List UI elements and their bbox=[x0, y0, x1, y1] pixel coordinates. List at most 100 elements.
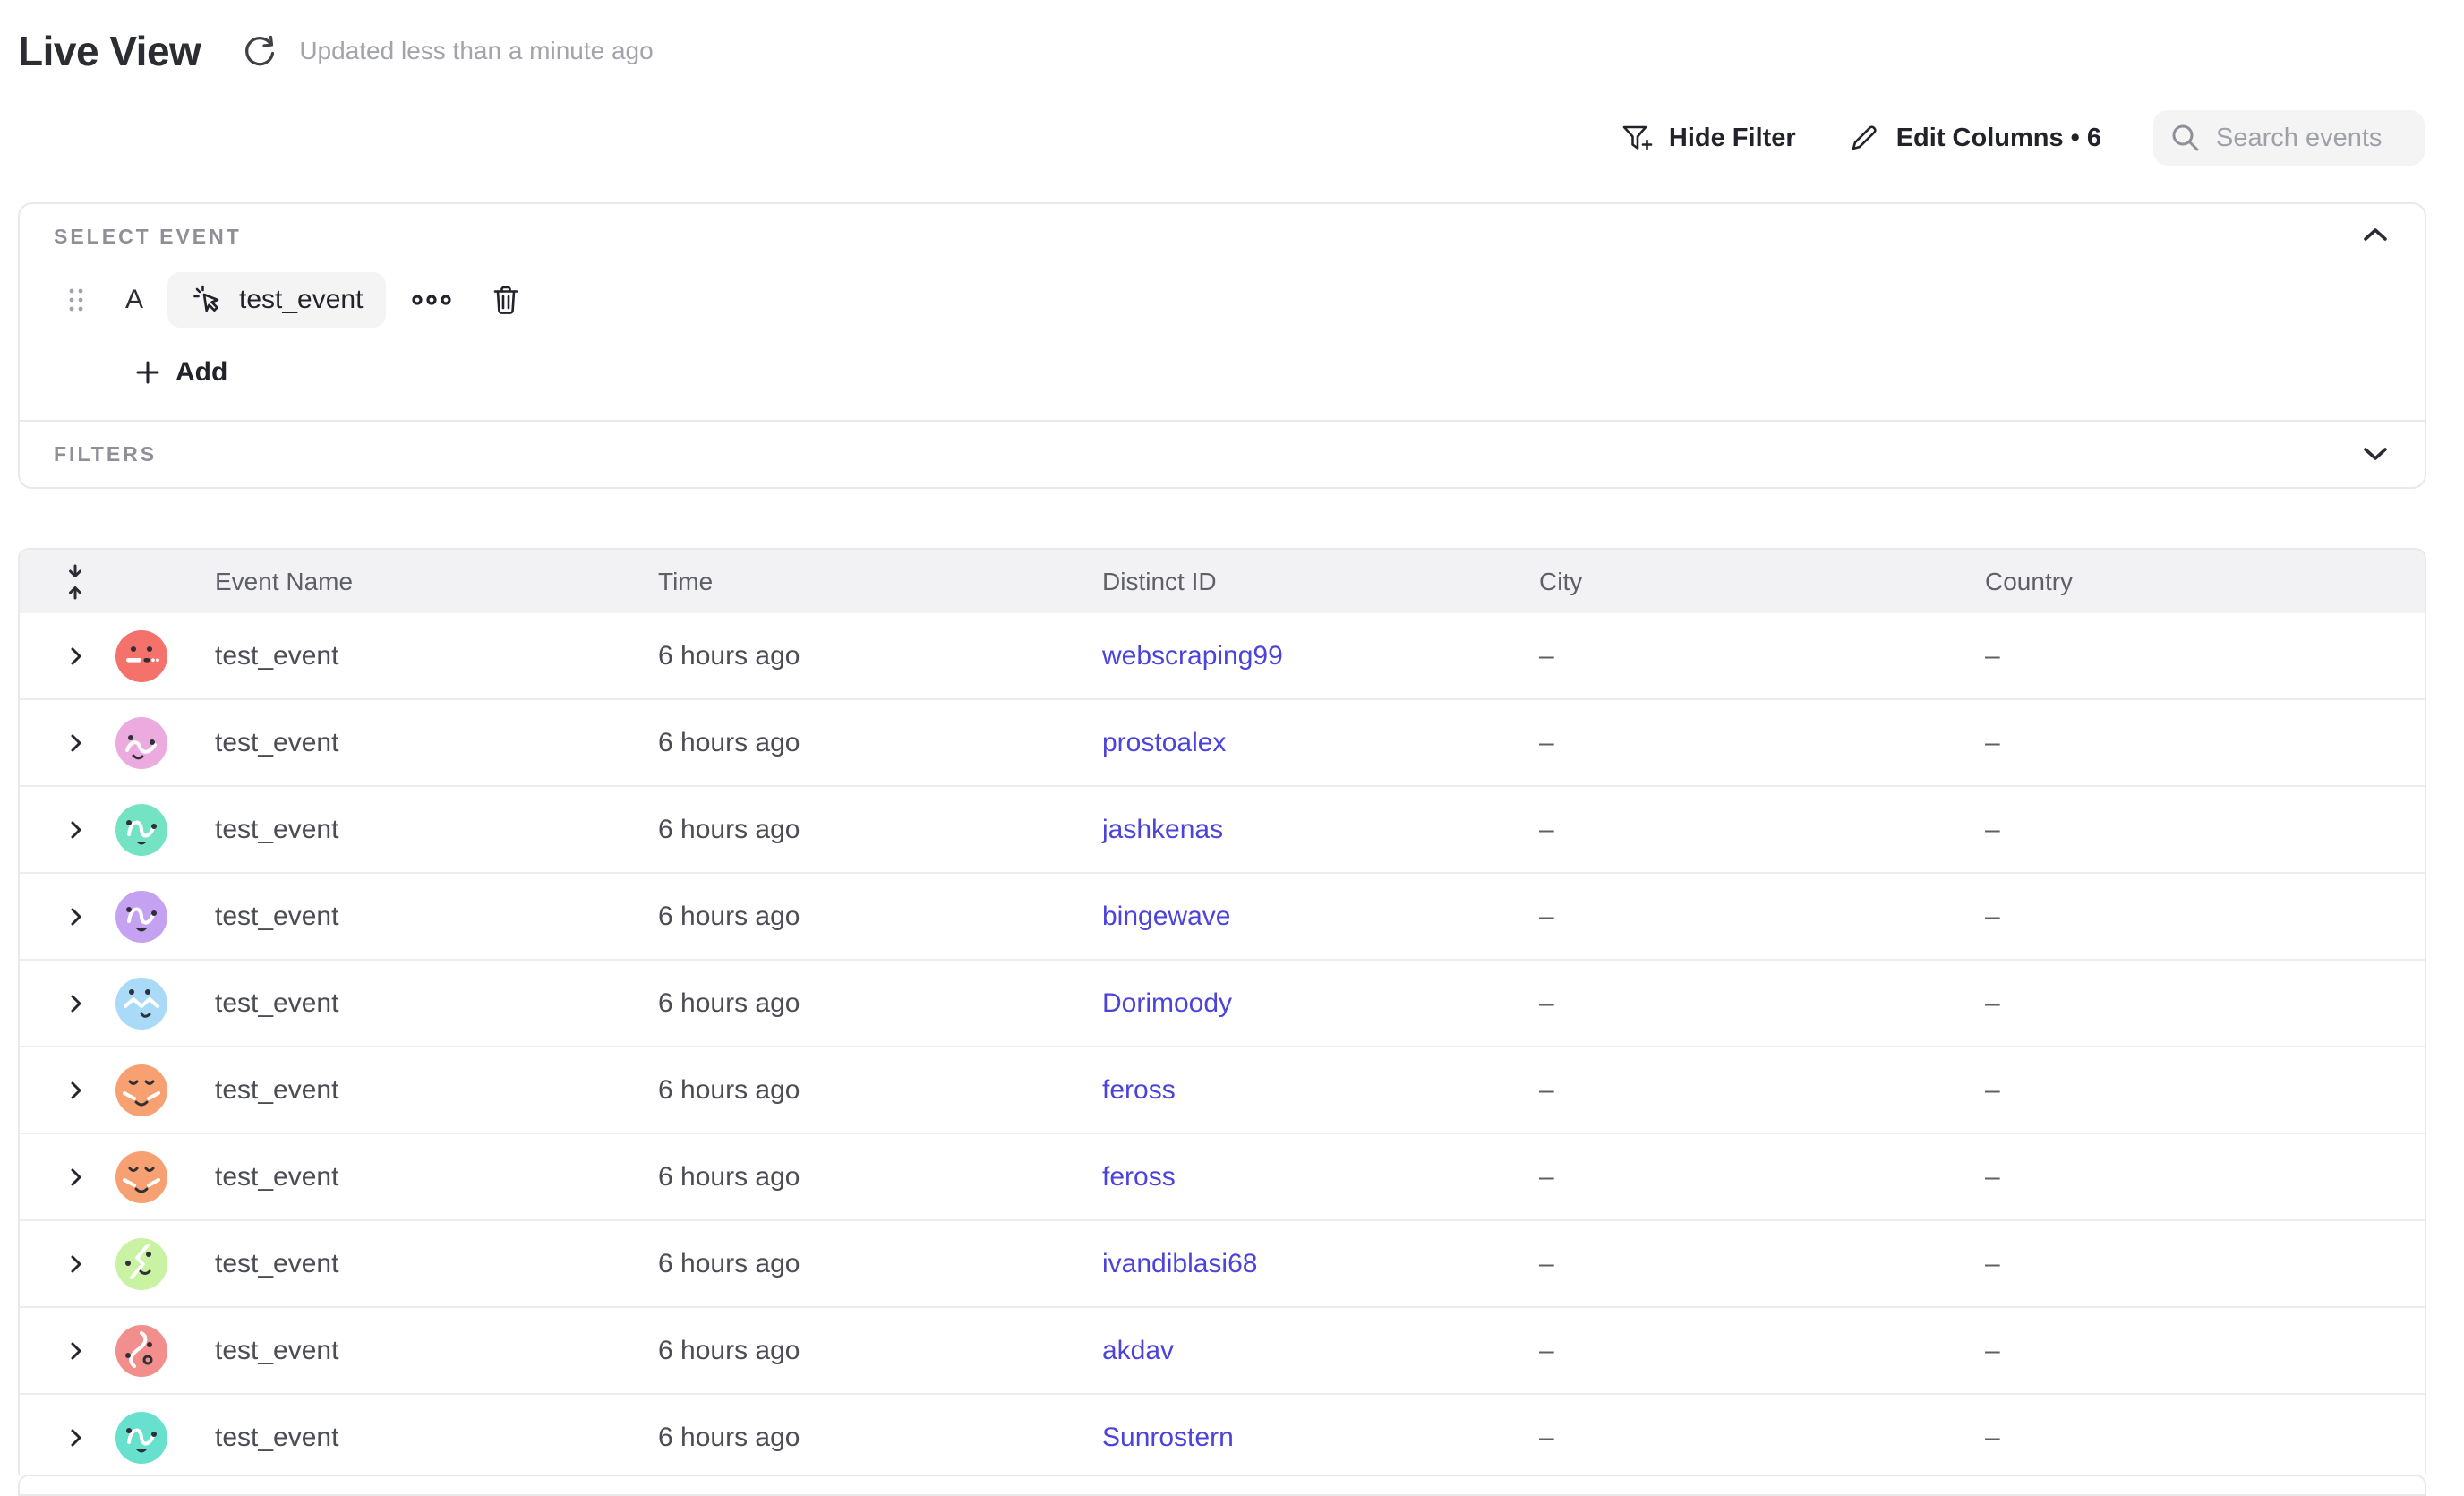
page-header: Live View Updated less than a minute ago bbox=[18, 25, 654, 77]
table-row[interactable]: test_event 6 hours ago feross – – bbox=[20, 1133, 2425, 1219]
row-expand-icon bbox=[66, 645, 86, 667]
row-expand-button[interactable] bbox=[66, 732, 86, 754]
event-row: A test_event bbox=[54, 272, 2391, 328]
row-city: – bbox=[1539, 728, 1554, 758]
table-header: Event Name Time Distinct ID City Country bbox=[20, 550, 2425, 613]
page-title: Live View bbox=[18, 25, 201, 77]
row-event-name: test_event bbox=[215, 988, 338, 1019]
row-distinct-id-link[interactable]: Sunrostern bbox=[1102, 1423, 1234, 1453]
row-expand-icon bbox=[66, 906, 86, 928]
row-distinct-id-link[interactable]: akdav bbox=[1102, 1336, 1174, 1366]
table-row[interactable]: test_event 6 hours ago prostoalex – – bbox=[20, 698, 2425, 785]
table-row[interactable]: test_event 6 hours ago feross – – bbox=[20, 1046, 2425, 1133]
collapse-rows-button[interactable] bbox=[62, 561, 89, 603]
avatar bbox=[116, 1151, 167, 1203]
row-expand-button[interactable] bbox=[66, 1253, 86, 1275]
row-event-name: test_event bbox=[215, 1336, 338, 1366]
row-event-name: test_event bbox=[215, 1249, 338, 1279]
avatar bbox=[116, 1238, 167, 1290]
table-row[interactable]: test_event 6 hours ago bingewave – – bbox=[20, 872, 2425, 959]
row-expand-button[interactable] bbox=[66, 1427, 86, 1449]
row-city: – bbox=[1539, 1075, 1554, 1106]
column-header-city: City bbox=[1539, 568, 1582, 596]
table-row[interactable]: test_event 6 hours ago webscraping99 – – bbox=[20, 613, 2425, 698]
row-expand-button[interactable] bbox=[66, 645, 86, 667]
chevron-down-icon bbox=[2362, 445, 2389, 463]
row-country: – bbox=[1985, 1162, 2000, 1193]
avatar bbox=[116, 1325, 167, 1377]
column-header-time: Time bbox=[658, 568, 713, 596]
row-expand-icon bbox=[66, 732, 86, 754]
add-event-button[interactable]: Add bbox=[134, 357, 227, 388]
next-events-chunk-partial bbox=[18, 1475, 2426, 1496]
table-row[interactable]: test_event 6 hours ago jashkenas – – bbox=[20, 785, 2425, 872]
row-expand-button[interactable] bbox=[66, 1340, 86, 1362]
row-expand-icon bbox=[66, 1340, 86, 1362]
row-time: 6 hours ago bbox=[658, 728, 800, 758]
add-event-label: Add bbox=[175, 357, 227, 388]
event-letter: A bbox=[121, 285, 148, 315]
row-city: – bbox=[1539, 815, 1554, 845]
row-distinct-id-link[interactable]: bingewave bbox=[1102, 902, 1230, 932]
filters-section[interactable]: FILTERS bbox=[20, 420, 2425, 485]
row-expand-button[interactable] bbox=[66, 1167, 86, 1188]
row-time: 6 hours ago bbox=[658, 988, 800, 1019]
row-time: 6 hours ago bbox=[658, 815, 800, 845]
avatar bbox=[116, 1064, 167, 1116]
row-city: – bbox=[1539, 902, 1554, 932]
row-expand-button[interactable] bbox=[66, 906, 86, 928]
table-body: test_event 6 hours ago webscraping99 – –… bbox=[20, 613, 2425, 1480]
row-city: – bbox=[1539, 988, 1554, 1019]
dots-menu-icon bbox=[411, 292, 452, 308]
toolbar: Hide Filter Edit Columns • 6 bbox=[1621, 109, 2425, 167]
delete-event-button[interactable] bbox=[492, 284, 520, 316]
row-time: 6 hours ago bbox=[658, 1162, 800, 1193]
updated-status: Updated less than a minute ago bbox=[299, 37, 653, 65]
table-row[interactable]: test_event 6 hours ago akdav – – bbox=[20, 1306, 2425, 1393]
avatar bbox=[116, 978, 167, 1030]
row-expand-icon bbox=[66, 819, 86, 841]
search-input[interactable] bbox=[2214, 123, 2408, 154]
drag-handle[interactable] bbox=[67, 286, 85, 314]
search-box bbox=[2153, 110, 2425, 166]
row-country: – bbox=[1985, 728, 2000, 758]
row-country: – bbox=[1985, 641, 2000, 671]
row-country: – bbox=[1985, 1336, 2000, 1366]
row-event-name: test_event bbox=[215, 1423, 338, 1453]
row-time: 6 hours ago bbox=[658, 1423, 800, 1453]
row-expand-button[interactable] bbox=[66, 993, 86, 1014]
row-distinct-id-link[interactable]: feross bbox=[1102, 1075, 1176, 1106]
collapse-select-event-button[interactable] bbox=[2362, 226, 2389, 246]
hide-filter-button[interactable]: Hide Filter bbox=[1621, 122, 1796, 154]
row-country: – bbox=[1985, 1075, 2000, 1106]
row-city: – bbox=[1539, 1423, 1554, 1453]
row-expand-button[interactable] bbox=[66, 1080, 86, 1101]
search-icon bbox=[2169, 122, 2202, 154]
row-distinct-id-link[interactable]: prostoalex bbox=[1102, 728, 1226, 758]
row-city: – bbox=[1539, 641, 1554, 671]
row-time: 6 hours ago bbox=[658, 641, 800, 671]
event-options-button[interactable] bbox=[411, 292, 452, 308]
query-builder-panel: SELECT EVENT A bbox=[18, 202, 2426, 489]
row-event-name: test_event bbox=[215, 1162, 338, 1193]
row-distinct-id-link[interactable]: jashkenas bbox=[1102, 815, 1223, 845]
row-expand-button[interactable] bbox=[66, 819, 86, 841]
table-row[interactable]: test_event 6 hours ago ivandiblasi68 – – bbox=[20, 1219, 2425, 1306]
row-event-name: test_event bbox=[215, 815, 338, 845]
table-row[interactable]: test_event 6 hours ago Sunrostern – – bbox=[20, 1393, 2425, 1480]
event-select-chip[interactable]: test_event bbox=[167, 272, 386, 328]
avatar bbox=[116, 804, 167, 856]
row-expand-icon bbox=[66, 1080, 86, 1101]
row-distinct-id-link[interactable]: Dorimoody bbox=[1102, 988, 1232, 1019]
edit-columns-button[interactable]: Edit Columns • 6 bbox=[1848, 122, 2101, 154]
avatar bbox=[116, 630, 167, 682]
trash-icon bbox=[492, 284, 520, 316]
avatar bbox=[116, 1412, 167, 1464]
hide-filter-label: Hide Filter bbox=[1669, 124, 1796, 153]
row-distinct-id-link[interactable]: ivandiblasi68 bbox=[1102, 1249, 1257, 1279]
row-distinct-id-link[interactable]: feross bbox=[1102, 1162, 1176, 1193]
refresh-button[interactable] bbox=[242, 33, 278, 69]
row-distinct-id-link[interactable]: webscraping99 bbox=[1102, 641, 1283, 671]
events-table: Event Name Time Distinct ID City Country… bbox=[18, 548, 2426, 1482]
table-row[interactable]: test_event 6 hours ago Dorimoody – – bbox=[20, 959, 2425, 1046]
